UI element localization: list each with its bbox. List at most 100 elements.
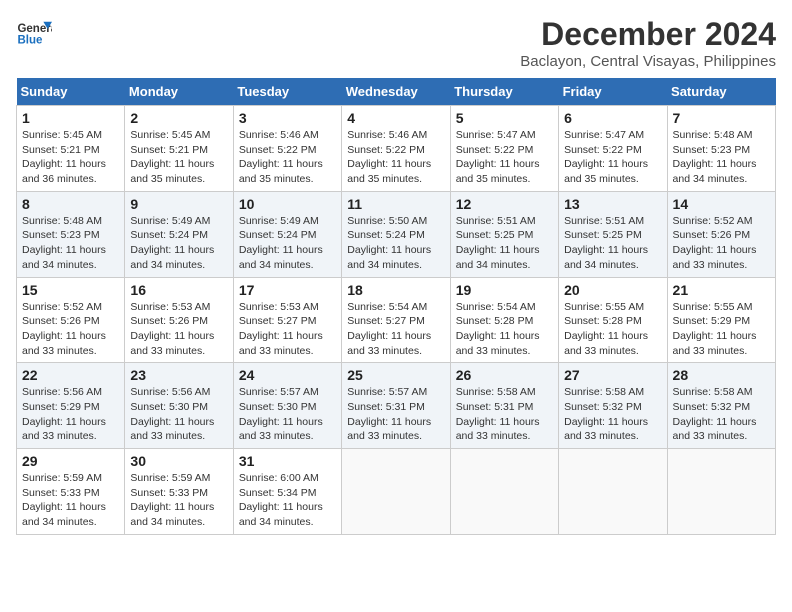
day-number: 7 <box>673 110 770 126</box>
cell-sun-info: Sunrise: 5:49 AM Sunset: 5:24 PM Dayligh… <box>239 214 336 273</box>
calendar-cell: 19Sunrise: 5:54 AM Sunset: 5:28 PM Dayli… <box>450 277 558 363</box>
page-header: General Blue December 2024 Baclayon, Cen… <box>16 16 776 70</box>
day-number: 6 <box>564 110 661 126</box>
calendar-cell: 26Sunrise: 5:58 AM Sunset: 5:31 PM Dayli… <box>450 363 558 449</box>
day-number: 3 <box>239 110 336 126</box>
calendar-cell: 13 Sunrise: 5:51 AM Sunset: 5:25 PM Dayli… <box>559 191 667 277</box>
cell-sun-info: Sunrise: 5:47 AM Sunset: 5:22 PM Dayligh… <box>456 128 553 187</box>
day-number: 21 <box>673 282 770 298</box>
cell-sun-info: Sunrise: 5:59 AM Sunset: 5:33 PM Dayligh… <box>130 471 227 530</box>
day-number: 24 <box>239 367 336 383</box>
calendar-cell: 8 Sunrise: 5:48 AM Sunset: 5:23 PM Daylig… <box>17 191 125 277</box>
calendar-cell: 23Sunrise: 5:56 AM Sunset: 5:30 PM Dayli… <box>125 363 233 449</box>
day-number: 2 <box>130 110 227 126</box>
calendar-cell: 5 Sunrise: 5:47 AM Sunset: 5:22 PM Daylig… <box>450 106 558 192</box>
day-number: 30 <box>130 453 227 469</box>
calendar-cell: 17 Sunrise: 5:53 AM Sunset: 5:27 PM Dayli… <box>233 277 341 363</box>
day-number: 27 <box>564 367 661 383</box>
calendar-table: SundayMondayTuesdayWednesdayThursdayFrid… <box>16 78 776 535</box>
svg-text:Blue: Blue <box>17 34 43 46</box>
calendar-cell: 20 Sunrise: 5:55 AM Sunset: 5:28 PM Dayli… <box>559 277 667 363</box>
day-number: 25 <box>347 367 444 383</box>
calendar-cell: 1 Sunrise: 5:45 AM Sunset: 5:21 PM Daylig… <box>17 106 125 192</box>
day-number: 11 <box>347 196 444 212</box>
calendar-cell: 10 Sunrise: 5:49 AM Sunset: 5:24 PM Dayli… <box>233 191 341 277</box>
calendar-cell: 29 Sunrise: 5:59 AM Sunset: 5:33 PM Dayli… <box>17 449 125 535</box>
calendar-cell: 22Sunrise: 5:56 AM Sunset: 5:29 PM Dayli… <box>17 363 125 449</box>
cell-sun-info: Sunrise: 5:53 AM Sunset: 5:26 PM Dayligh… <box>130 300 227 359</box>
calendar-cell: 2Sunrise: 5:45 AM Sunset: 5:21 PM Daylig… <box>125 106 233 192</box>
day-header-monday: Monday <box>125 78 233 106</box>
calendar-cell: 12 Sunrise: 5:51 AM Sunset: 5:25 PM Dayli… <box>450 191 558 277</box>
day-number: 5 <box>456 110 553 126</box>
cell-sun-info: Sunrise: 5:59 AM Sunset: 5:33 PM Dayligh… <box>22 471 119 530</box>
calendar-cell: 3 Sunrise: 5:46 AM Sunset: 5:22 PM Daylig… <box>233 106 341 192</box>
day-number: 23 <box>130 367 227 383</box>
calendar-cell: 21 Sunrise: 5:55 AM Sunset: 5:29 PM Dayli… <box>667 277 775 363</box>
logo-icon: General Blue <box>16 16 52 52</box>
calendar-cell: 31 Sunrise: 6:00 AM Sunset: 5:34 PM Dayli… <box>233 449 341 535</box>
cell-sun-info: Sunrise: 5:55 AM Sunset: 5:29 PM Dayligh… <box>673 300 770 359</box>
cell-sun-info: Sunrise: 5:54 AM Sunset: 5:27 PM Dayligh… <box>347 300 444 359</box>
cell-sun-info: Sunrise: 6:00 AM Sunset: 5:34 PM Dayligh… <box>239 471 336 530</box>
day-number: 8 <box>22 196 119 212</box>
day-header-wednesday: Wednesday <box>342 78 450 106</box>
day-number: 15 <box>22 282 119 298</box>
cell-sun-info: Sunrise: 5:57 AM Sunset: 5:30 PM Dayligh… <box>239 385 336 444</box>
day-number: 12 <box>456 196 553 212</box>
cell-sun-info: Sunrise: 5:57 AM Sunset: 5:31 PM Dayligh… <box>347 385 444 444</box>
day-number: 18 <box>347 282 444 298</box>
day-header-saturday: Saturday <box>667 78 775 106</box>
day-number: 22 <box>22 367 119 383</box>
cell-sun-info: Sunrise: 5:58 AM Sunset: 5:32 PM Dayligh… <box>673 385 770 444</box>
calendar-cell: 28 Sunrise: 5:58 AM Sunset: 5:32 PM Dayli… <box>667 363 775 449</box>
calendar-cell <box>450 449 558 535</box>
cell-sun-info: Sunrise: 5:49 AM Sunset: 5:24 PM Dayligh… <box>130 214 227 273</box>
calendar-cell: 4 Sunrise: 5:46 AM Sunset: 5:22 PM Daylig… <box>342 106 450 192</box>
calendar-cell <box>667 449 775 535</box>
calendar-cell <box>342 449 450 535</box>
cell-sun-info: Sunrise: 5:51 AM Sunset: 5:25 PM Dayligh… <box>564 214 661 273</box>
day-header-sunday: Sunday <box>17 78 125 106</box>
calendar-cell: 14 Sunrise: 5:52 AM Sunset: 5:26 PM Dayli… <box>667 191 775 277</box>
day-number: 14 <box>673 196 770 212</box>
cell-sun-info: Sunrise: 5:51 AM Sunset: 5:25 PM Dayligh… <box>456 214 553 273</box>
day-number: 1 <box>22 110 119 126</box>
day-header-thursday: Thursday <box>450 78 558 106</box>
day-number: 29 <box>22 453 119 469</box>
cell-sun-info: Sunrise: 5:52 AM Sunset: 5:26 PM Dayligh… <box>22 300 119 359</box>
cell-sun-info: Sunrise: 5:45 AM Sunset: 5:21 PM Dayligh… <box>22 128 119 187</box>
calendar-cell: 25 Sunrise: 5:57 AM Sunset: 5:31 PM Dayli… <box>342 363 450 449</box>
calendar-cell: 7 Sunrise: 5:48 AM Sunset: 5:23 PM Daylig… <box>667 106 775 192</box>
cell-sun-info: Sunrise: 5:52 AM Sunset: 5:26 PM Dayligh… <box>673 214 770 273</box>
logo: General Blue <box>16 16 52 52</box>
day-header-tuesday: Tuesday <box>233 78 341 106</box>
calendar-cell: 6 Sunrise: 5:47 AM Sunset: 5:22 PM Daylig… <box>559 106 667 192</box>
day-number: 26 <box>456 367 553 383</box>
day-number: 19 <box>456 282 553 298</box>
cell-sun-info: Sunrise: 5:48 AM Sunset: 5:23 PM Dayligh… <box>22 214 119 273</box>
day-number: 13 <box>564 196 661 212</box>
calendar-cell: 18 Sunrise: 5:54 AM Sunset: 5:27 PM Dayli… <box>342 277 450 363</box>
cell-sun-info: Sunrise: 5:58 AM Sunset: 5:32 PM Dayligh… <box>564 385 661 444</box>
calendar-cell: 30 Sunrise: 5:59 AM Sunset: 5:33 PM Dayli… <box>125 449 233 535</box>
cell-sun-info: Sunrise: 5:46 AM Sunset: 5:22 PM Dayligh… <box>239 128 336 187</box>
calendar-cell: 15 Sunrise: 5:52 AM Sunset: 5:26 PM Dayli… <box>17 277 125 363</box>
day-number: 4 <box>347 110 444 126</box>
calendar-cell: 11 Sunrise: 5:50 AM Sunset: 5:24 PM Dayli… <box>342 191 450 277</box>
day-number: 31 <box>239 453 336 469</box>
calendar-cell: 24 Sunrise: 5:57 AM Sunset: 5:30 PM Dayli… <box>233 363 341 449</box>
day-number: 17 <box>239 282 336 298</box>
cell-sun-info: Sunrise: 5:46 AM Sunset: 5:22 PM Dayligh… <box>347 128 444 187</box>
cell-sun-info: Sunrise: 5:53 AM Sunset: 5:27 PM Dayligh… <box>239 300 336 359</box>
calendar-cell: 9Sunrise: 5:49 AM Sunset: 5:24 PM Daylig… <box>125 191 233 277</box>
month-title: December 2024 <box>520 16 776 53</box>
day-number: 20 <box>564 282 661 298</box>
day-number: 28 <box>673 367 770 383</box>
cell-sun-info: Sunrise: 5:47 AM Sunset: 5:22 PM Dayligh… <box>564 128 661 187</box>
cell-sun-info: Sunrise: 5:48 AM Sunset: 5:23 PM Dayligh… <box>673 128 770 187</box>
day-header-friday: Friday <box>559 78 667 106</box>
day-number: 10 <box>239 196 336 212</box>
cell-sun-info: Sunrise: 5:55 AM Sunset: 5:28 PM Dayligh… <box>564 300 661 359</box>
cell-sun-info: Sunrise: 5:50 AM Sunset: 5:24 PM Dayligh… <box>347 214 444 273</box>
